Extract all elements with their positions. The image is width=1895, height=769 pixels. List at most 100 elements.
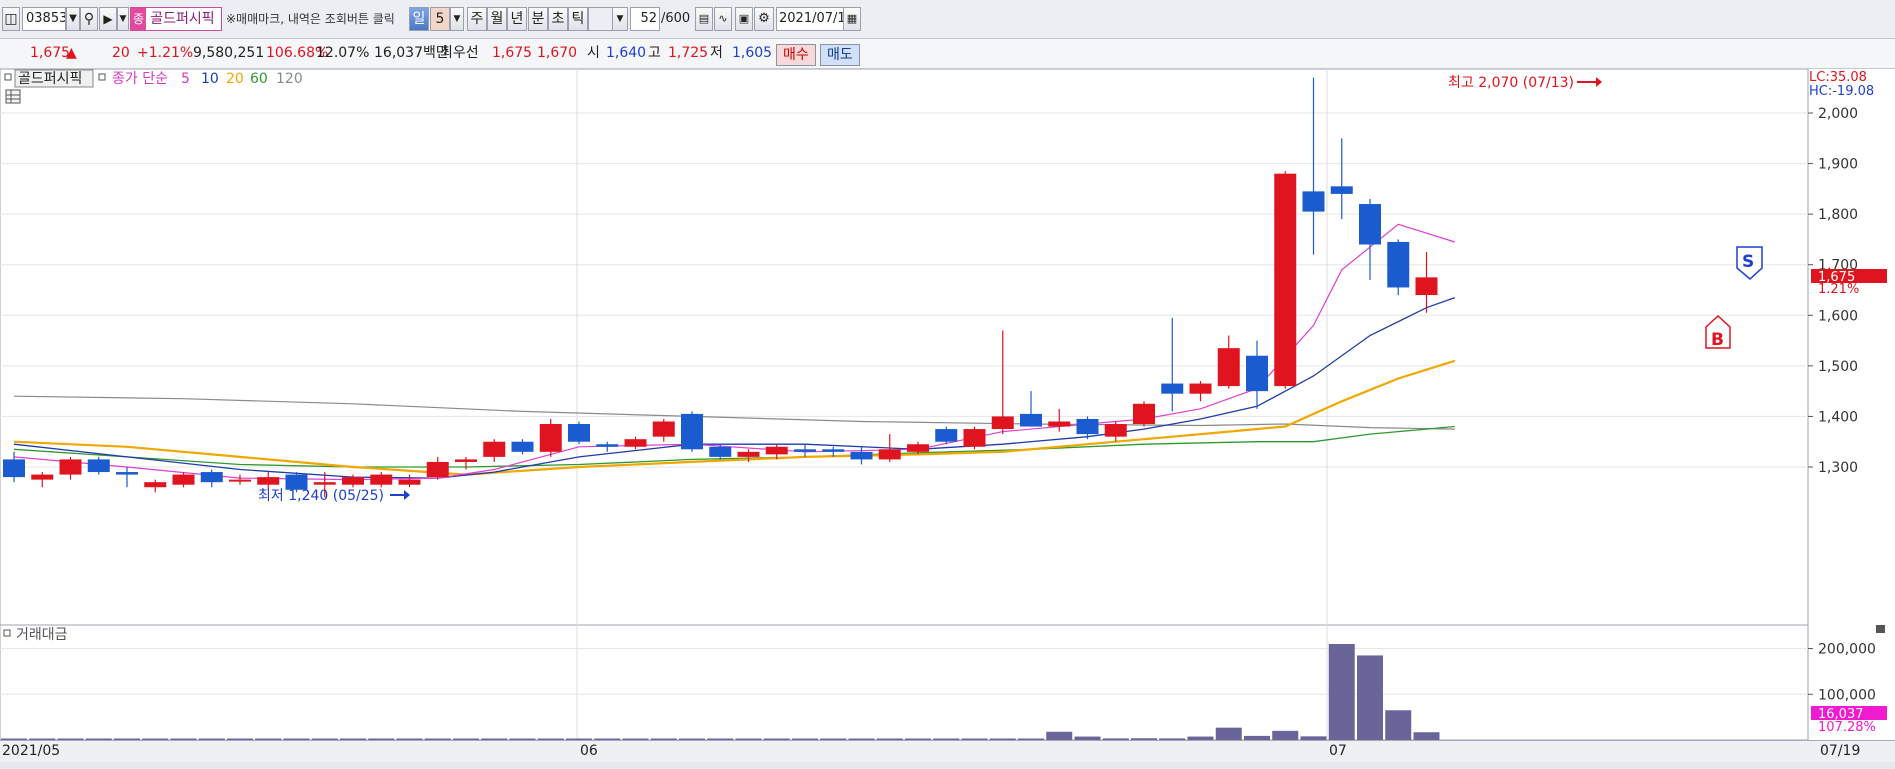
volume-bar xyxy=(1357,655,1383,740)
code-dropdown-icon[interactable]: ▼ xyxy=(66,7,80,31)
period-dropdown-icon[interactable]: ▼ xyxy=(450,7,464,31)
stock-code-input[interactable]: 038530 xyxy=(22,7,66,31)
low-price: 1,605 xyxy=(732,45,773,61)
gear-icon[interactable]: ⚙ xyxy=(754,7,774,31)
plot-frame xyxy=(0,69,1809,741)
candle-body xyxy=(511,441,534,452)
volume-value: 9,580,251 xyxy=(193,45,265,61)
stock-name: 골드퍼시픽 xyxy=(150,11,215,27)
candle-body xyxy=(878,449,901,460)
tab-day[interactable]: 일 xyxy=(409,7,429,31)
candle-body xyxy=(370,474,393,485)
candle-body xyxy=(313,482,336,485)
candle-body xyxy=(1359,204,1381,245)
volume-bar xyxy=(1413,732,1440,740)
save-icon[interactable]: ▣ xyxy=(735,7,753,31)
x-label-end: 07/19 xyxy=(1820,743,1861,759)
interval-dropdown-icon[interactable]: ▼ xyxy=(612,7,628,31)
date-input[interactable]: 2021/07/19 xyxy=(776,7,844,31)
change-value: 20 xyxy=(112,45,130,61)
candle-body xyxy=(257,477,280,485)
candle-body xyxy=(1048,421,1071,427)
legend-ma-label: 종가 단순 xyxy=(112,71,168,87)
candle-body xyxy=(1302,191,1325,212)
candle-body xyxy=(709,446,732,457)
x-label-june: 06 xyxy=(580,743,598,759)
volume-bar xyxy=(1215,727,1242,740)
tab-week[interactable]: 주 xyxy=(467,7,487,31)
y-tick-label: 1,500 xyxy=(1818,359,1858,375)
candle-body xyxy=(1274,173,1297,387)
speaker-icon[interactable]: ▶ xyxy=(99,7,117,31)
tab-minute[interactable]: 분 xyxy=(528,7,548,31)
candle-type-icon[interactable]: ▤ xyxy=(695,7,713,31)
legend-ma120: 120 xyxy=(276,71,303,87)
menu-icon[interactable]: ◫ xyxy=(2,7,20,31)
candle-body xyxy=(31,474,54,480)
candle-body xyxy=(172,474,195,485)
x-label-may: 2021/05 xyxy=(2,743,61,759)
candle-body xyxy=(1387,241,1410,288)
volume-bar xyxy=(1385,710,1412,740)
sell-button[interactable]: 매도 xyxy=(820,44,860,66)
y-tick-label: 1,300 xyxy=(1818,460,1858,476)
price-tag-pct: 1.21% xyxy=(1818,282,1859,297)
candle-body xyxy=(935,429,958,442)
candle-body xyxy=(3,459,25,478)
calendar-icon[interactable]: ▦ xyxy=(843,7,861,31)
candle-body xyxy=(398,479,421,485)
legend-ma60: 60 xyxy=(250,71,268,87)
sell-marker-label: S xyxy=(1742,252,1754,272)
low-annotation: 최저 1,240 (05/25) xyxy=(258,488,384,504)
bid-price: 1,670 xyxy=(537,45,578,61)
table-icon[interactable] xyxy=(5,89,21,104)
candle-body xyxy=(596,444,619,447)
candle-body xyxy=(794,449,816,452)
volume-bar xyxy=(1272,730,1299,740)
stock-name-field[interactable]: 종 골드퍼시픽 xyxy=(130,7,222,31)
volume-tick-label: 200,000 xyxy=(1818,642,1876,658)
volume-tag-pct: 107.28% xyxy=(1818,720,1876,735)
volume-title: 거래대금 xyxy=(16,627,68,643)
count-input[interactable]: 52 xyxy=(630,7,660,31)
candle-body xyxy=(200,472,223,483)
candlestick-chart: 2,0001,9001,8001,7001,6001,5001,4001,300… xyxy=(0,69,1887,741)
candle-body xyxy=(483,441,506,457)
search-icon[interactable]: ⚲ xyxy=(80,7,98,31)
y-tick-label: 2,000 xyxy=(1818,106,1858,122)
candle-body xyxy=(1189,383,1212,394)
candle-body xyxy=(1246,355,1268,392)
candle-body xyxy=(229,479,251,482)
tab-second[interactable]: 초 xyxy=(548,7,568,31)
candle-body xyxy=(455,459,477,462)
speaker-dropdown-icon[interactable]: ▼ xyxy=(117,7,129,31)
count-max: /600 xyxy=(661,11,691,26)
x-axis: 2021/05 06 07 07/19 xyxy=(0,740,1895,763)
chart-area[interactable]: 2,000 1,900 1,800 1,700 1,600 1,500 1,400 1,300… xyxy=(0,69,1895,743)
candle-body xyxy=(87,459,110,473)
candle-body xyxy=(116,472,138,475)
tab-month[interactable]: 월 xyxy=(487,7,507,31)
tab-year[interactable]: 년 xyxy=(507,7,527,31)
tab-tick[interactable]: 틱 xyxy=(568,7,588,31)
scrollbar[interactable] xyxy=(0,762,1895,769)
candle-body xyxy=(1020,413,1042,427)
candle-body xyxy=(1217,348,1240,387)
candle-body xyxy=(1161,383,1184,394)
panel-close-icon[interactable] xyxy=(1876,625,1885,633)
high-price: 1,725 xyxy=(668,45,709,61)
change-pct: +1.21% xyxy=(137,45,194,61)
candle-body xyxy=(907,444,929,452)
current-price: 1,675 xyxy=(30,45,71,61)
lc-label: LC:35.08 xyxy=(1809,70,1867,85)
candle-body xyxy=(342,477,364,485)
buy-button[interactable]: 매수 xyxy=(776,44,816,66)
tab-5[interactable]: 5 xyxy=(430,7,450,31)
candle-body xyxy=(681,413,703,450)
legend-ma10: 10 xyxy=(201,71,219,87)
low-label: 저 xyxy=(710,45,723,61)
hc-label: HC:-19.08 xyxy=(1809,84,1874,99)
y-tick-label: 1,600 xyxy=(1818,308,1858,324)
compare-icon[interactable]: ∿ xyxy=(714,7,732,31)
high-annotation: 최고 2,070 (07/13) xyxy=(1448,75,1574,91)
